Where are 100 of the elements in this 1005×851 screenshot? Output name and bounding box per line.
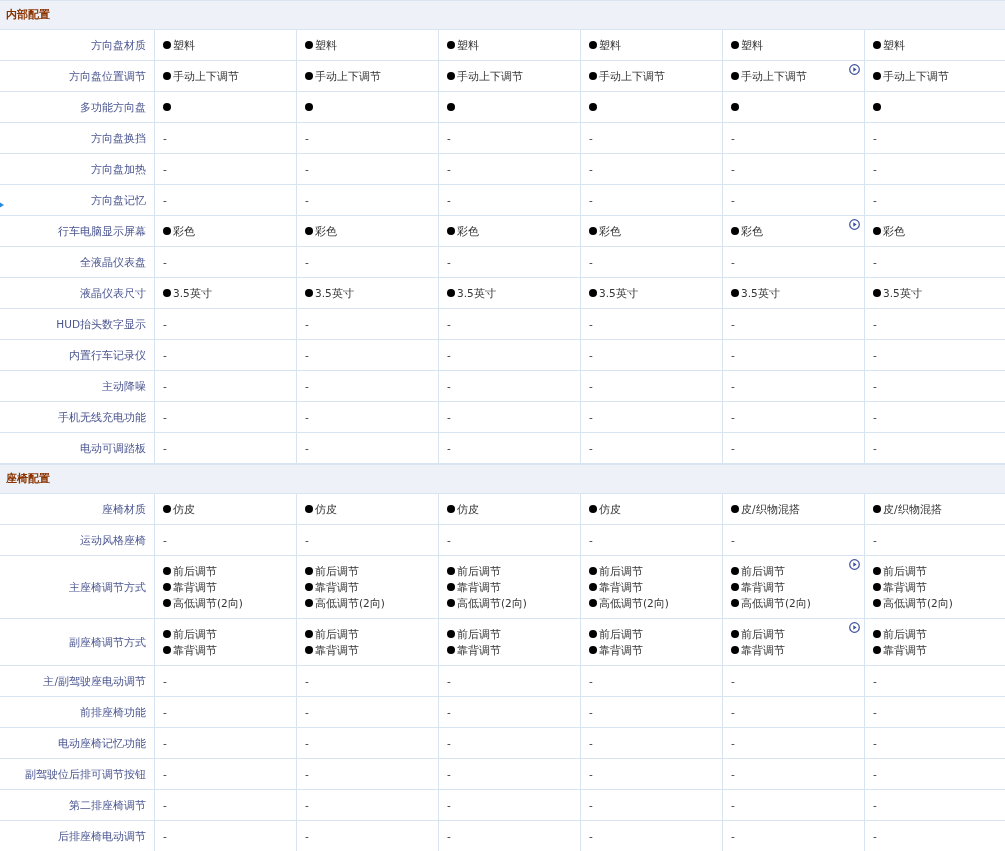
spec-value: - [163,767,167,782]
row-label: 后排座椅电动调节 [0,821,155,851]
row-label: HUD抬头数字显示 [0,309,155,340]
spec-value: - [447,131,451,146]
spec-value: - [873,441,877,456]
spec-value: - [731,767,735,782]
spec-value: 靠背调节 [741,580,785,595]
spec-value: 3.5英寸 [599,286,638,301]
spec-value: - [163,674,167,689]
row-label: 方向盘换挡 [0,123,155,154]
row-label: 液晶仪表尺寸 [0,278,155,309]
spec-value: 高低调节(2向) [315,596,385,611]
spec-value: - [447,317,451,332]
spec-value: 手动上下调节 [457,69,523,84]
spec-value: - [873,162,877,177]
row-label: 方向盘位置调节 [0,61,155,92]
play-icon[interactable] [849,559,860,570]
spec-value: 靠背调节 [457,643,501,658]
row-label: 方向盘材质 [0,30,155,61]
spec-value: - [589,317,593,332]
row-label: 主/副驾驶座电动调节 [0,666,155,697]
spec-value: - [163,348,167,363]
spec-value: - [163,193,167,208]
spec-value: - [589,441,593,456]
spec-value: 高低调节(2向) [457,596,527,611]
spec-value: 彩色 [883,224,905,239]
spec-value: - [731,255,735,270]
spec-value: 塑料 [599,38,621,53]
spec-value: - [731,348,735,363]
spec-value: 塑料 [741,38,763,53]
spec-value: - [163,162,167,177]
spec-value: - [163,533,167,548]
spec-value: 靠背调节 [599,580,643,595]
spec-value: - [305,533,309,548]
play-icon[interactable] [849,64,860,75]
spec-value: 3.5英寸 [883,286,922,301]
spec-value: - [731,162,735,177]
spec-value: - [731,798,735,813]
spec-value: 手动上下调节 [173,69,239,84]
spec-value: 高低调节(2向) [599,596,669,611]
row-label: 副驾驶位后排可调节按钮 [0,759,155,790]
spec-value: 3.5英寸 [315,286,354,301]
spec-value: - [447,798,451,813]
play-icon[interactable] [849,219,860,230]
spec-value: - [589,410,593,425]
spec-value: 彩色 [173,224,195,239]
spec-value: - [873,131,877,146]
spec-value: - [447,674,451,689]
spec-value: - [305,829,309,844]
row-label: 主座椅调节方式 [0,556,155,619]
spec-value: - [731,410,735,425]
spec-value: - [305,317,309,332]
row-label: 电动可调踏板 [0,433,155,464]
row-label: 第二排座椅调节 [0,790,155,821]
spec-value: 彩色 [599,224,621,239]
spec-value: - [589,379,593,394]
spec-value: - [589,533,593,548]
spec-value: 塑料 [173,38,195,53]
spec-value: 仿皮 [173,502,195,517]
spec-value: - [873,736,877,751]
spec-value: - [589,348,593,363]
spec-value: 前后调节 [173,564,217,579]
row-label: 座椅材质 [0,494,155,525]
spec-value: 靠背调节 [883,643,927,658]
spec-value: - [731,736,735,751]
spec-value: - [163,829,167,844]
play-icon[interactable] [849,622,860,633]
spec-value: - [163,441,167,456]
spec-value: - [305,379,309,394]
spec-value: - [447,736,451,751]
section-title: 座椅配置 [5,471,51,487]
spec-value: 3.5英寸 [173,286,212,301]
spec-value: 前后调节 [741,627,785,642]
spec-value: - [163,705,167,720]
row-label: 方向盘加热 [0,154,155,185]
spec-value: 手动上下调节 [599,69,665,84]
spec-value: 靠背调节 [741,643,785,658]
spec-value: 彩色 [741,224,763,239]
spec-value: - [873,705,877,720]
spec-value: - [731,131,735,146]
row-label: 方向盘记忆 [0,185,155,216]
spec-value: - [447,348,451,363]
row-label: 主动降噪 [0,371,155,402]
spec-value: - [731,674,735,689]
spec-value: 塑料 [457,38,479,53]
spec-value: 靠背调节 [315,643,359,658]
spec-value: 前后调节 [883,627,927,642]
spec-value: - [731,379,735,394]
spec-value: - [731,533,735,548]
spec-value: - [589,829,593,844]
spec-value: - [305,705,309,720]
spec-value: 前后调节 [457,564,501,579]
spec-value: 3.5英寸 [741,286,780,301]
row-label: 电动座椅记忆功能 [0,728,155,759]
spec-value: - [447,829,451,844]
spec-value: 靠背调节 [173,580,217,595]
spec-value: 前后调节 [173,627,217,642]
spec-value: - [873,767,877,782]
spec-value: - [873,379,877,394]
spec-value: - [447,193,451,208]
